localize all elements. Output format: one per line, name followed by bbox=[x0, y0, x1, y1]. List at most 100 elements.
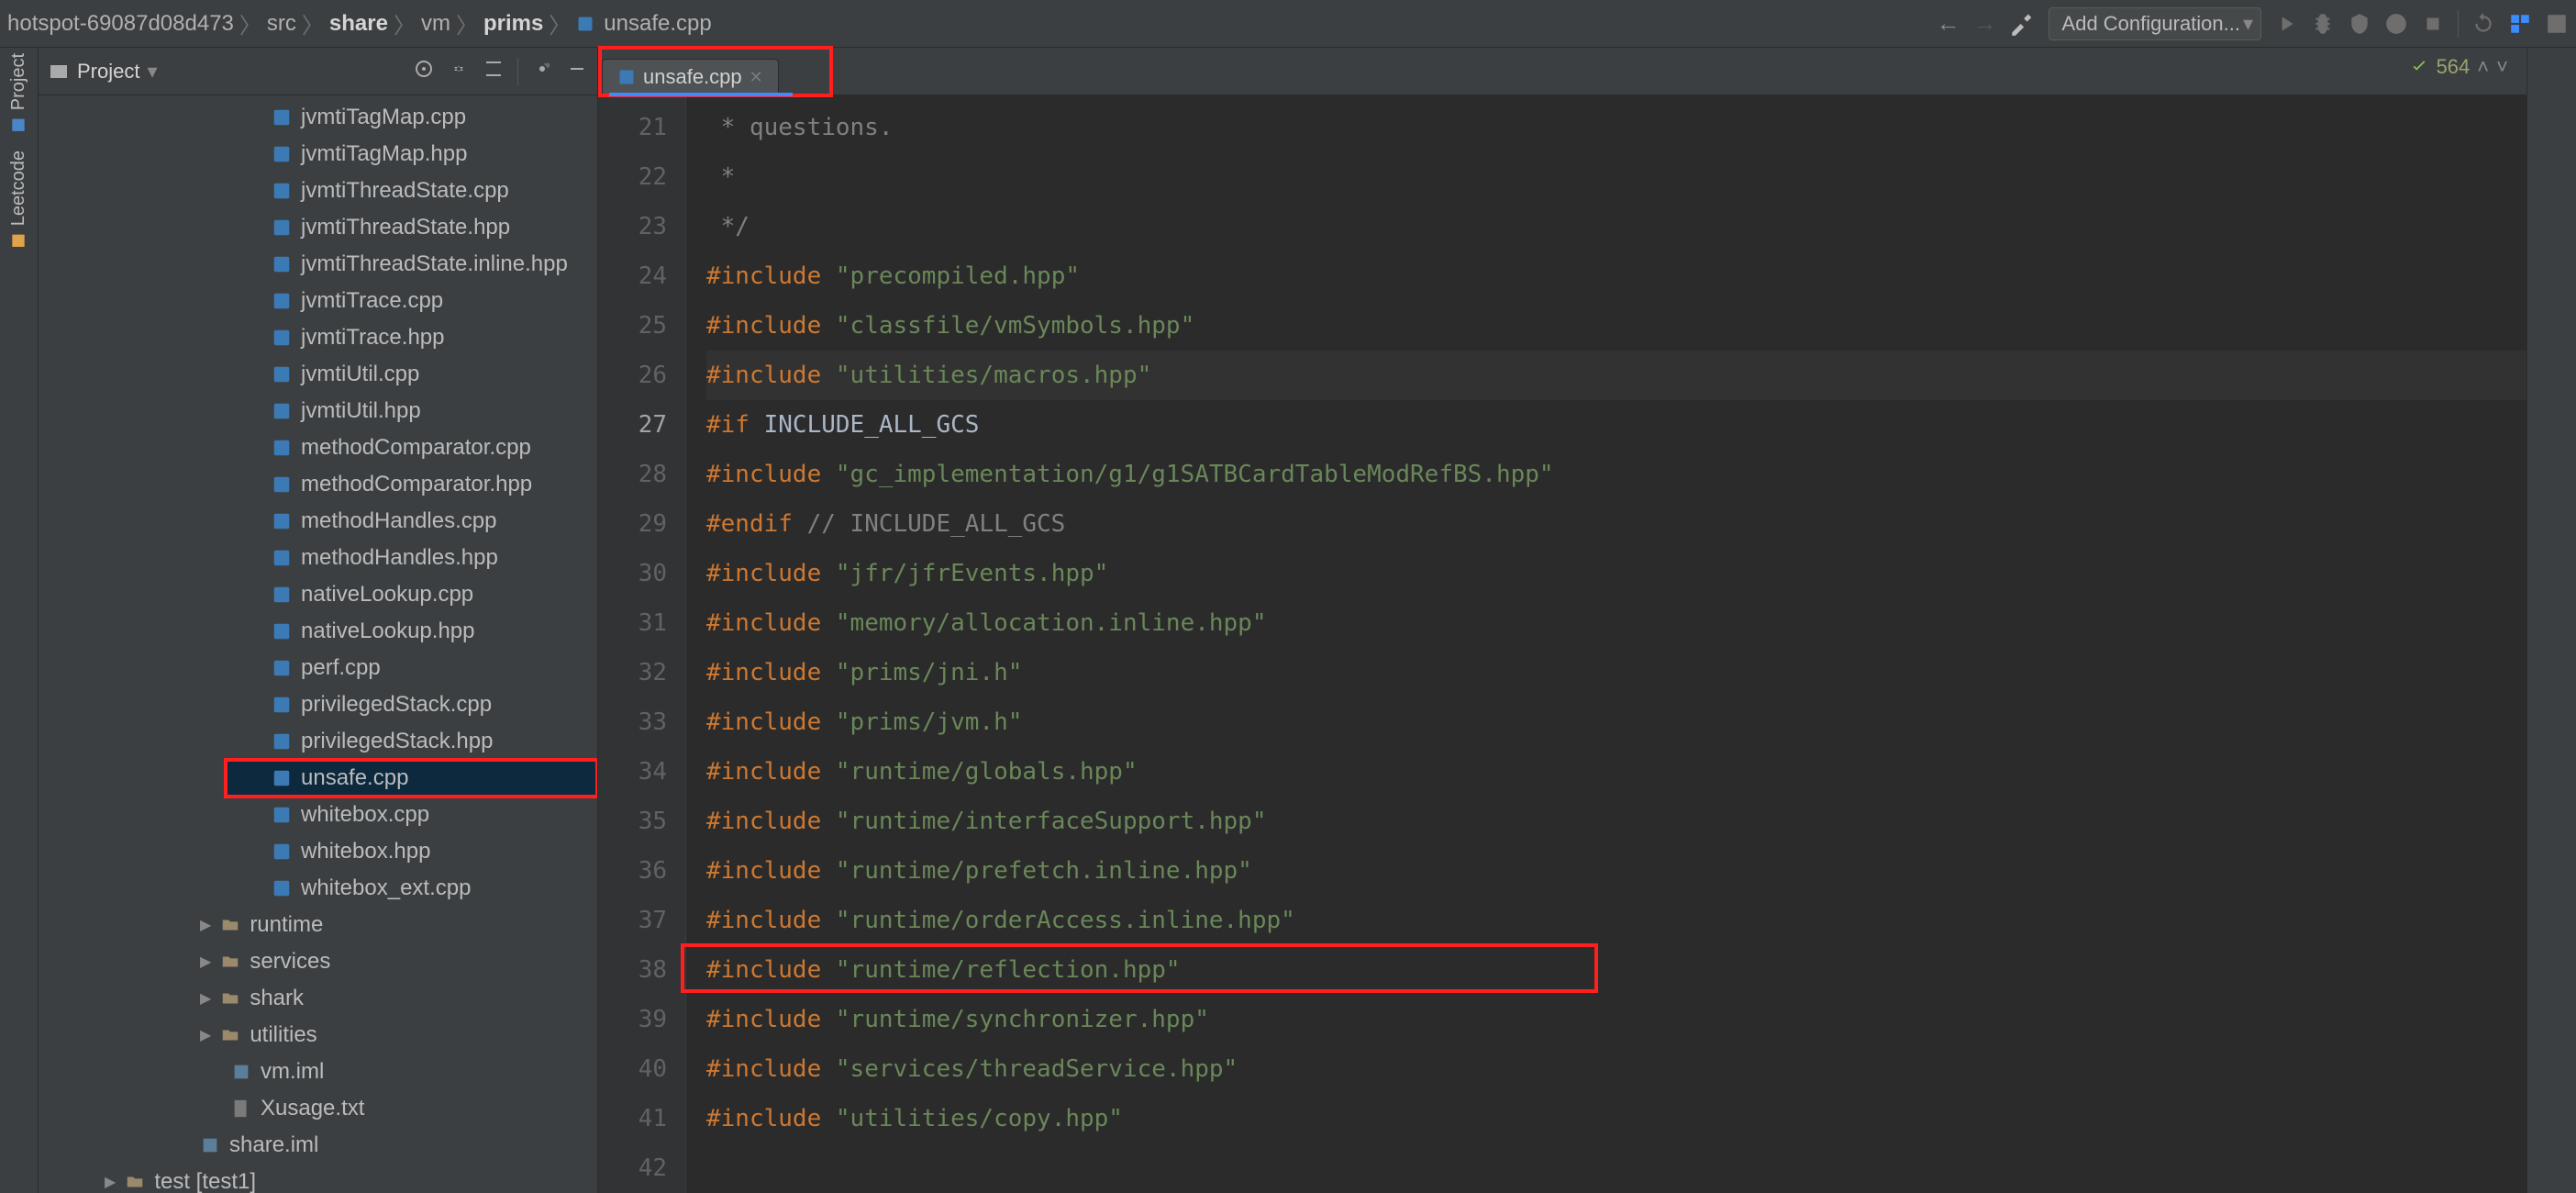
chevron-up-icon[interactable]: ˄ bbox=[2477, 55, 2489, 79]
code-line[interactable]: * bbox=[706, 152, 2526, 202]
minimize-panel-icon[interactable] bbox=[566, 58, 588, 80]
code-line[interactable]: #include "runtime/interfaceSupport.hpp" bbox=[706, 797, 2526, 846]
code-line[interactable]: #include "gc_implementation/g1/g1SATBCar… bbox=[706, 450, 2526, 499]
code-view[interactable]: * questions. * */#include "precompiled.h… bbox=[686, 95, 2526, 1193]
tree-file[interactable]: jvmtiUtil.cpp bbox=[39, 356, 597, 393]
line-number[interactable]: 30 bbox=[598, 549, 667, 598]
tree-folder[interactable]: ▶utilities bbox=[39, 1017, 597, 1054]
tree-folder[interactable]: ▶runtime bbox=[39, 907, 597, 943]
line-number[interactable]: 35 bbox=[598, 797, 667, 846]
code-line[interactable]: */ bbox=[706, 202, 2526, 251]
breadcrumb-segment[interactable]: unsafe.cpp bbox=[604, 11, 711, 37]
code-line[interactable]: #include "classfile/vmSymbols.hpp" bbox=[706, 301, 2526, 351]
tree-file[interactable]: jvmtiTrace.cpp bbox=[39, 283, 597, 319]
line-number[interactable]: 22 bbox=[598, 152, 667, 202]
update-project-icon[interactable] bbox=[2471, 12, 2495, 36]
tree-file[interactable]: Xusage.txt bbox=[39, 1090, 597, 1127]
breadcrumb-segment[interactable]: share bbox=[329, 11, 388, 37]
rail-tab-project[interactable]: Project bbox=[8, 53, 29, 134]
tree-file[interactable]: share.iml bbox=[39, 1127, 597, 1164]
code-line[interactable]: #include "runtime/orderAccess.inline.hpp… bbox=[706, 896, 2526, 945]
tree-file[interactable]: jvmtiTrace.hpp bbox=[39, 319, 597, 356]
profile-icon[interactable] bbox=[2384, 12, 2408, 36]
line-number[interactable]: 42 bbox=[598, 1143, 667, 1193]
code-line[interactable]: #include "runtime/reflection.hpp" bbox=[706, 945, 2526, 995]
tree-file[interactable]: privilegedStack.cpp bbox=[39, 686, 597, 723]
nav-back-icon[interactable]: ← bbox=[1937, 9, 1960, 38]
tree-file[interactable]: privilegedStack.hpp bbox=[39, 723, 597, 760]
tree-file[interactable]: whitebox.hpp bbox=[39, 833, 597, 870]
tree-folder[interactable]: ▶shark bbox=[39, 980, 597, 1017]
tree-file[interactable]: perf.cpp bbox=[39, 650, 597, 686]
collapse-all-icon[interactable] bbox=[483, 58, 505, 80]
tree-file[interactable]: jvmtiThreadState.cpp bbox=[39, 173, 597, 209]
tree-file[interactable]: methodComparator.cpp bbox=[39, 429, 597, 466]
tree-file[interactable]: jvmtiUtil.hpp bbox=[39, 393, 597, 429]
nav-forward-icon[interactable]: → bbox=[1973, 9, 1997, 38]
tree-file[interactable]: jvmtiTagMap.hpp bbox=[39, 136, 597, 173]
editor-gutter[interactable]: 2122232425262728293031323334353637383940… bbox=[598, 95, 686, 1193]
tree-file[interactable]: nativeLookup.cpp bbox=[39, 576, 597, 613]
line-number[interactable]: 24 bbox=[598, 251, 667, 301]
code-line[interactable]: #include "prims/jvm.h" bbox=[706, 697, 2526, 747]
expand-all-icon[interactable] bbox=[448, 58, 470, 80]
code-line[interactable]: #include "utilities/copy.hpp" bbox=[706, 1094, 2526, 1143]
tree-file[interactable]: methodComparator.hpp bbox=[39, 466, 597, 503]
breadcrumb-segment[interactable]: prims bbox=[483, 11, 543, 37]
build-icon[interactable] bbox=[2010, 11, 2036, 37]
rail-tab-leetcode[interactable]: Leetcode bbox=[8, 151, 29, 250]
tree-folder[interactable]: ▶services bbox=[39, 943, 597, 980]
line-number[interactable]: 40 bbox=[598, 1044, 667, 1094]
breadcrumb-segment[interactable]: vm bbox=[421, 11, 450, 37]
line-number[interactable]: 41 bbox=[598, 1094, 667, 1143]
tree-file[interactable]: nativeLookup.hpp bbox=[39, 613, 597, 650]
line-number[interactable]: 39 bbox=[598, 995, 667, 1044]
line-number[interactable]: 36 bbox=[598, 846, 667, 896]
chevron-down-icon[interactable]: ˅ bbox=[2496, 55, 2508, 79]
code-line[interactable]: #include "services/threadService.hpp" bbox=[706, 1044, 2526, 1094]
tree-file[interactable]: whitebox_ext.cpp bbox=[39, 870, 597, 907]
project-tree[interactable]: jvmtiTagMap.cppjvmtiTagMap.hppjvmtiThrea… bbox=[39, 95, 597, 1193]
code-line[interactable]: #include "runtime/synchronizer.hpp" bbox=[706, 995, 2526, 1044]
tree-file[interactable]: whitebox.cpp bbox=[39, 797, 597, 833]
line-number[interactable]: 37 bbox=[598, 896, 667, 945]
line-number[interactable]: 33 bbox=[598, 697, 667, 747]
line-number[interactable]: 23 bbox=[598, 202, 667, 251]
breadcrumb[interactable]: hotspot-69087d08d473〉src〉share〉vm〉prims〉… bbox=[7, 7, 712, 39]
coverage-icon[interactable] bbox=[2348, 12, 2371, 36]
line-number[interactable]: 25 bbox=[598, 301, 667, 351]
run-icon[interactable] bbox=[2274, 12, 2298, 36]
code-line[interactable]: #include "precompiled.hpp" bbox=[706, 251, 2526, 301]
tree-file[interactable]: jvmtiTagMap.cpp bbox=[39, 99, 597, 136]
line-number[interactable]: 29 bbox=[598, 499, 667, 549]
panel-settings-icon[interactable] bbox=[531, 58, 553, 80]
code-line[interactable]: #include "runtime/globals.hpp" bbox=[706, 747, 2526, 797]
line-number[interactable]: 21 bbox=[598, 103, 667, 152]
tree-file[interactable]: jvmtiThreadState.hpp bbox=[39, 209, 597, 246]
tree-file[interactable]: vm.iml bbox=[39, 1054, 597, 1090]
tree-file[interactable]: unsafe.cpp bbox=[226, 760, 597, 797]
line-number[interactable]: 34 bbox=[598, 747, 667, 797]
code-line[interactable]: #include "runtime/prefetch.inline.hpp" bbox=[706, 846, 2526, 896]
tree-file[interactable]: jvmtiThreadState.inline.hpp bbox=[39, 246, 597, 283]
breadcrumb-segment[interactable]: src bbox=[267, 11, 296, 37]
code-line[interactable]: #include "jfr/jfrEvents.hpp" bbox=[706, 549, 2526, 598]
run-config-select[interactable]: Add Configuration... bbox=[2049, 7, 2261, 40]
stop-icon[interactable] bbox=[2421, 12, 2445, 36]
code-line[interactable]: #include "utilities/macros.hpp" bbox=[706, 351, 2526, 400]
code-line[interactable]: * questions. bbox=[706, 103, 2526, 152]
code-line[interactable]: #if INCLUDE_ALL_GCS bbox=[706, 400, 2526, 450]
tree-file[interactable]: methodHandles.hpp bbox=[39, 540, 597, 576]
code-line[interactable]: #include "prims/jni.h" bbox=[706, 648, 2526, 697]
breadcrumb-segment[interactable]: hotspot-69087d08d473 bbox=[7, 11, 234, 37]
line-number[interactable]: 32 bbox=[598, 648, 667, 697]
line-number[interactable]: 38 bbox=[598, 945, 667, 995]
search-everywhere-icon[interactable] bbox=[2508, 12, 2532, 36]
locate-icon[interactable] bbox=[413, 58, 435, 80]
line-number[interactable]: 26 bbox=[598, 351, 667, 400]
debug-icon[interactable] bbox=[2311, 12, 2335, 36]
tree-folder[interactable]: ▶test [test1] bbox=[39, 1164, 597, 1193]
code-line[interactable]: #endif // INCLUDE_ALL_GCS bbox=[706, 499, 2526, 549]
line-number[interactable]: 28 bbox=[598, 450, 667, 499]
tree-file[interactable]: methodHandles.cpp bbox=[39, 503, 597, 540]
